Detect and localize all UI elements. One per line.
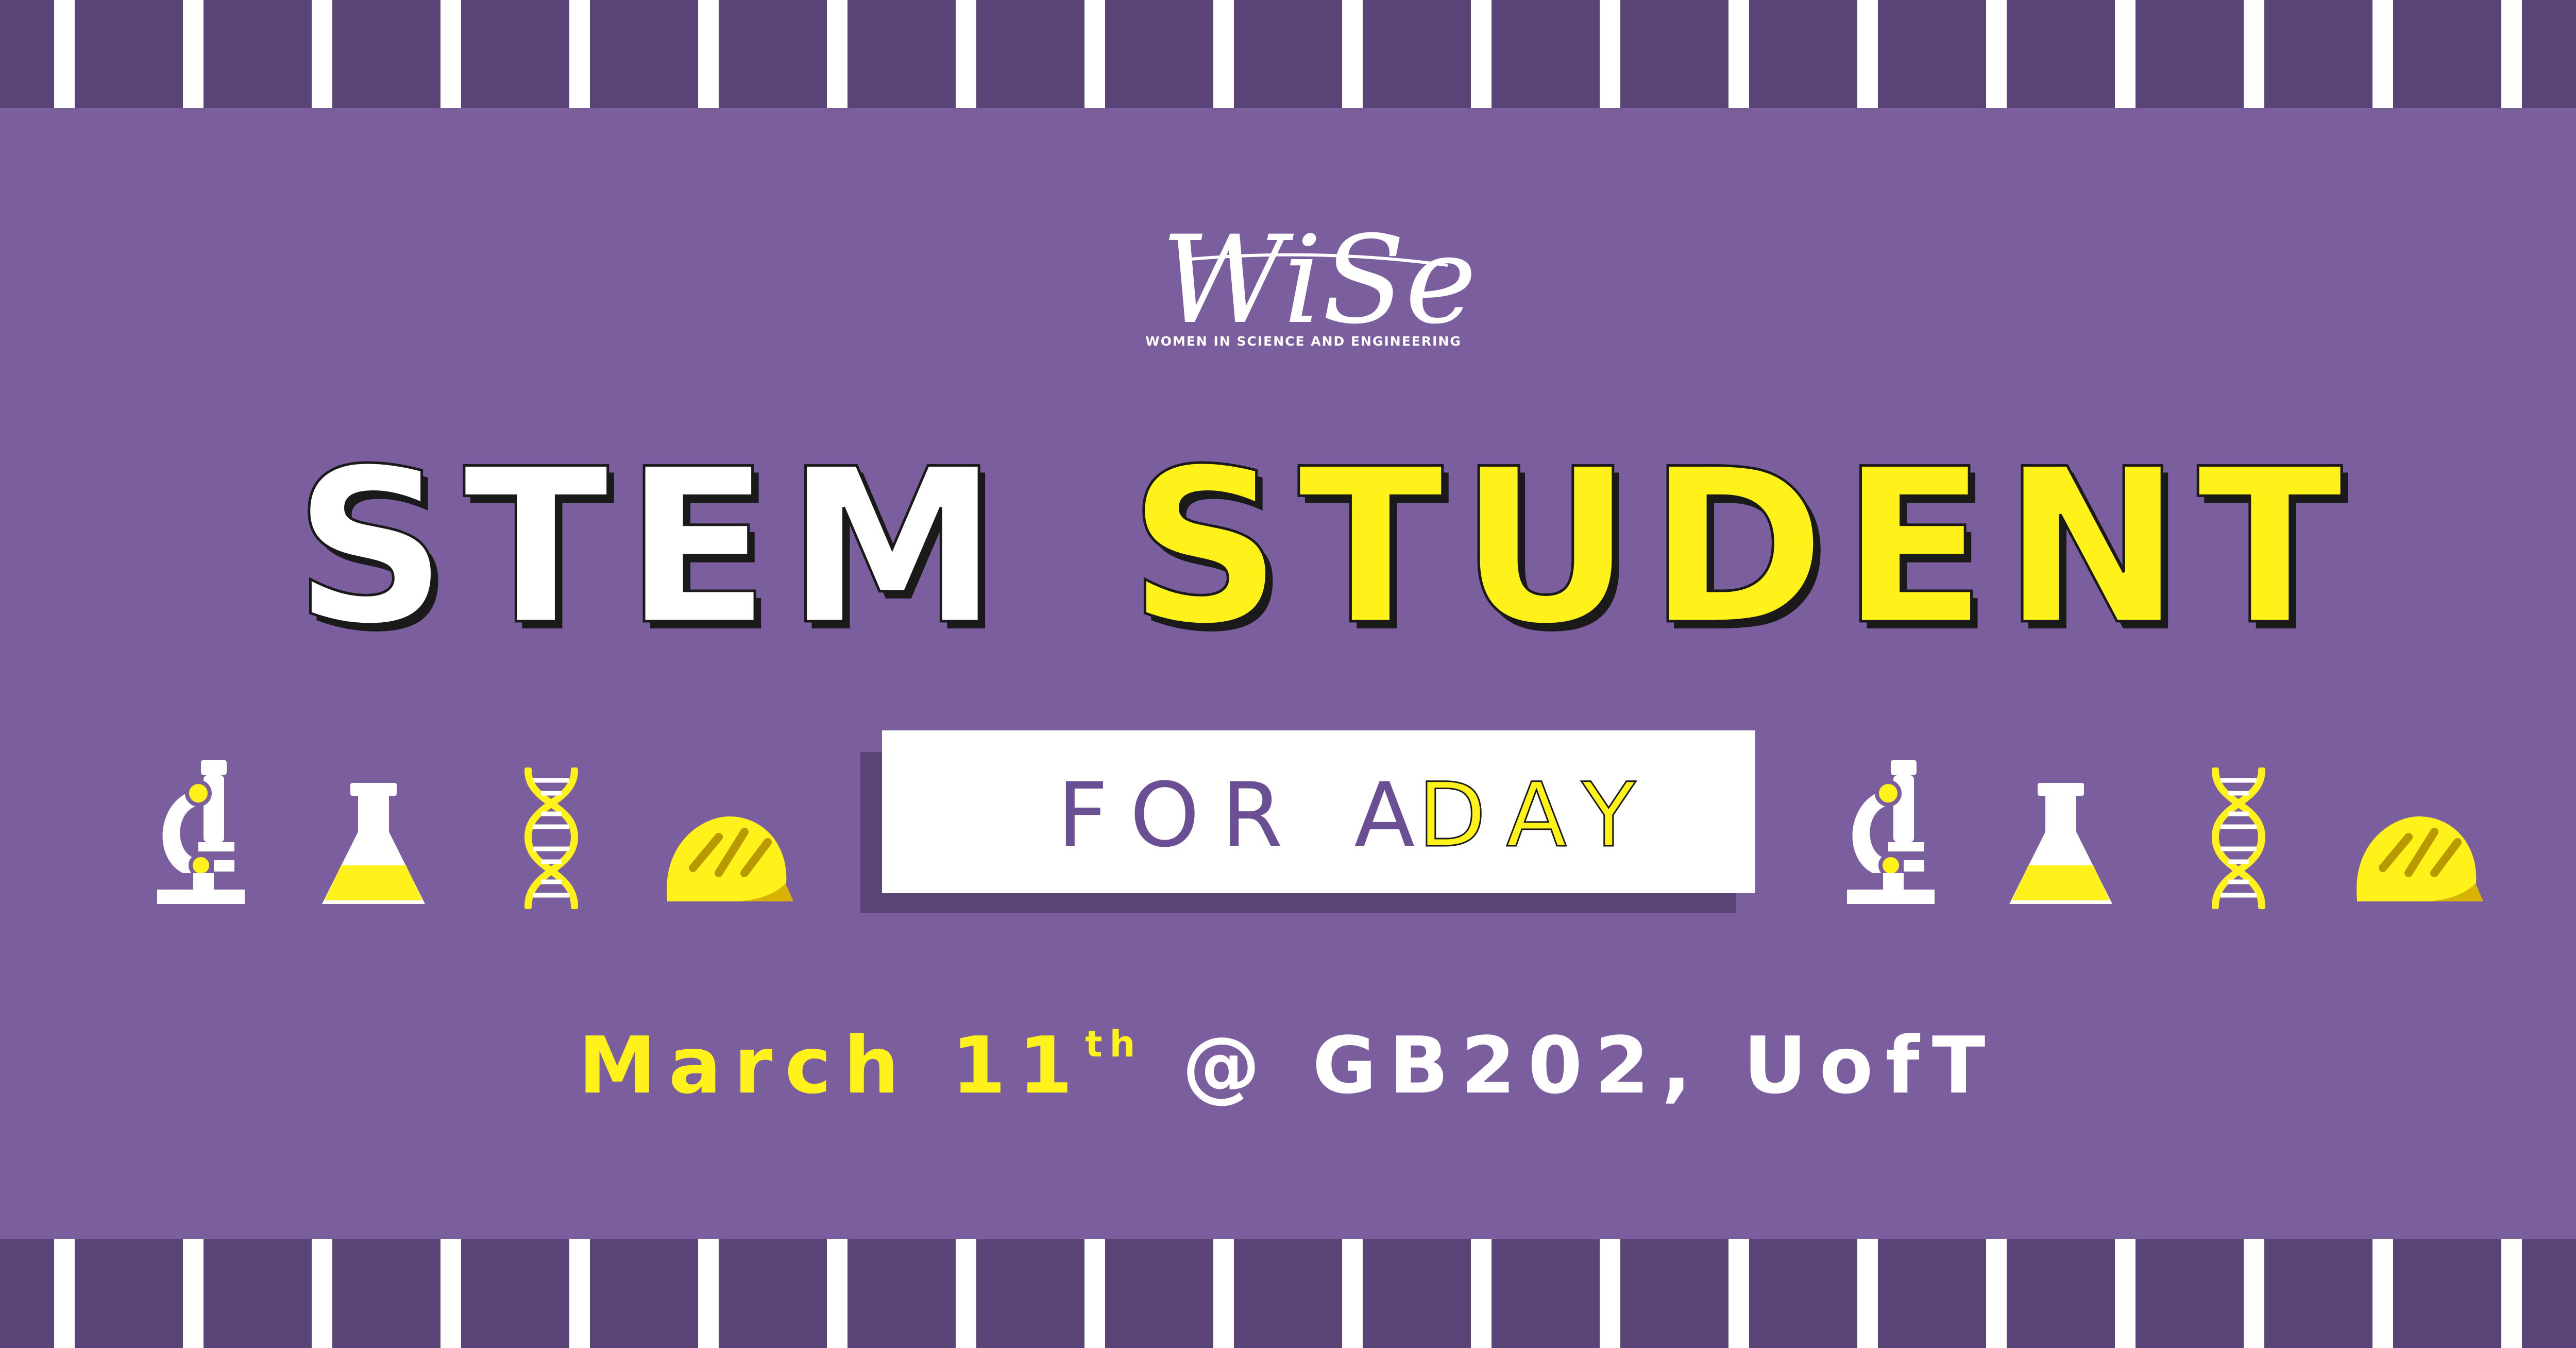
stripe (956, 1239, 976, 1348)
stripe (2244, 0, 2264, 108)
stripe (827, 0, 848, 108)
stripe (1342, 0, 1363, 108)
subtitle: FOR A DAY (1057, 763, 1657, 868)
hard-hat-icon (667, 816, 793, 901)
stripe (1342, 1239, 1363, 1348)
stripe (1084, 1239, 1105, 1348)
logo-tagline: WOMEN IN SCIENCE AND ENGINEERING (1145, 334, 1462, 349)
stripe (440, 1239, 461, 1348)
stripe (440, 0, 461, 108)
event-date: March 11 (578, 1020, 1086, 1111)
stripe (312, 0, 332, 108)
top-stripe-band (0, 0, 2576, 108)
stripe (2115, 1239, 2136, 1348)
event-at-symbol: @ (1182, 1020, 1273, 1111)
stripe (1213, 1239, 1234, 1348)
stripe (54, 0, 75, 108)
stripe (183, 0, 204, 108)
stripe (1600, 0, 1620, 108)
microscope-icon (157, 760, 245, 904)
stripe (2115, 0, 2136, 108)
dna-icon (2211, 767, 2266, 909)
stripe (1471, 0, 1492, 108)
stripe (1600, 1239, 1620, 1348)
stripe (1728, 0, 1749, 108)
stripe (2244, 1239, 2264, 1348)
stripe (2501, 1239, 2522, 1348)
stripe (569, 1239, 590, 1348)
subtitle-for-a: FOR A (1057, 763, 1436, 867)
headline-word-student: STUDENT (1128, 428, 2358, 644)
hard-hat-icon (2357, 816, 2483, 901)
stripe (1986, 1239, 2007, 1348)
stripe (1213, 0, 1234, 108)
flask-icon (322, 783, 425, 904)
stripe (183, 1239, 204, 1348)
stripe (2372, 0, 2393, 108)
stripe (2372, 1239, 2393, 1348)
logo-wordmark: WiSe (1161, 210, 1477, 351)
event-banner: WiSe WOMEN IN SCIENCE AND ENGINEERING ST… (0, 0, 2576, 1348)
bottom-stripe-band (0, 1239, 2576, 1348)
event-date-suffix: th (1085, 1023, 1143, 1065)
stripe (1857, 0, 1878, 108)
stripe (1857, 1239, 1878, 1348)
event-location: GB202, UofT (1312, 1020, 1998, 1111)
stripe (698, 0, 719, 108)
stripe (1986, 0, 2007, 108)
stripe (827, 1239, 848, 1348)
dna-icon (524, 767, 579, 909)
flask-icon (2009, 783, 2112, 904)
stripe (1471, 1239, 1492, 1348)
headline: STEM STEM STUDENT STUDENT (293, 428, 2358, 644)
microscope-icon (1847, 760, 1935, 904)
headline-word-stem: STEM (294, 428, 1014, 644)
stripe (1084, 0, 1105, 108)
stripe (569, 0, 590, 108)
stripe (312, 1239, 332, 1348)
stripe (956, 0, 976, 108)
event-details: March 11th @ GB202, UofT (0, 1020, 2576, 1111)
stripe (54, 1239, 75, 1348)
stripe (698, 1239, 719, 1348)
stripe (1728, 1239, 1749, 1348)
stripe (2501, 0, 2522, 108)
subtitle-day: DAY (1418, 763, 1657, 867)
